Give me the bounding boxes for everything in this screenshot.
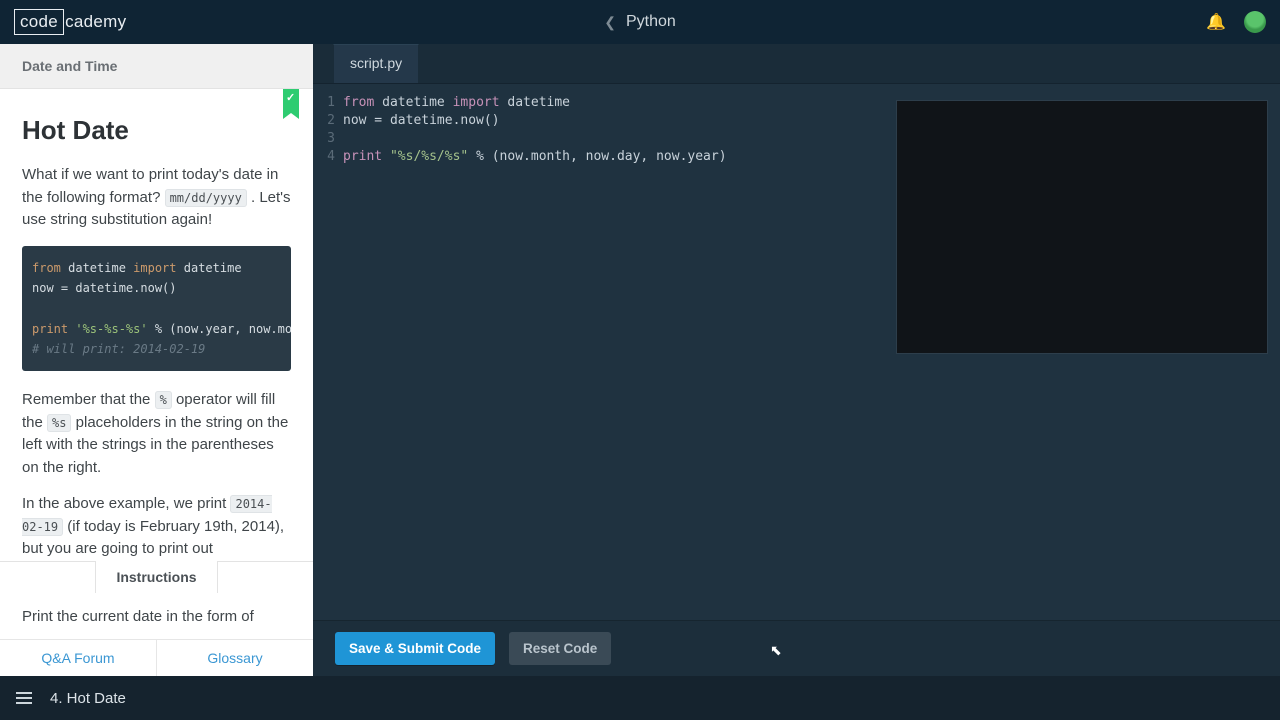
lesson-panel: Date and Time ✓ Hot Date What if we want… xyxy=(0,44,313,676)
glossary-link[interactable]: Glossary xyxy=(157,640,313,676)
instructions-body: Print the current date in the form of xyxy=(0,593,313,639)
file-tabs: script.py xyxy=(313,44,1280,84)
chevron-left-icon[interactable]: ❮ xyxy=(604,14,616,31)
tab-instructions[interactable]: Instructions xyxy=(95,561,217,593)
section-title: Date and Time xyxy=(0,44,313,89)
logo[interactable]: codecademy xyxy=(14,9,126,35)
output-terminal[interactable] xyxy=(896,100,1268,354)
inline-code: % xyxy=(155,391,172,409)
course-title: Python xyxy=(626,13,676,31)
inline-code: mm/dd/yyyy xyxy=(165,189,247,207)
lesson-paragraph: Remember that the % operator will fill t… xyxy=(22,389,291,479)
lesson-title: Hot Date xyxy=(22,115,291,146)
instructions-tab-row: Instructions xyxy=(0,561,313,593)
bookmark-icon[interactable]: ✓ xyxy=(283,89,299,113)
bell-icon[interactable]: 🔔 xyxy=(1206,12,1226,32)
inline-code: %s xyxy=(47,414,71,432)
top-bar: codecademy ❮ Python 🔔 xyxy=(0,0,1280,44)
file-tab-script[interactable]: script.py xyxy=(333,44,419,83)
reset-code-button[interactable]: Reset Code xyxy=(509,632,611,665)
help-links: Q&A Forum Glossary xyxy=(0,639,313,676)
save-submit-button[interactable]: Save & Submit Code xyxy=(335,632,495,665)
example-code-block: from datetime import datetime now = date… xyxy=(22,246,291,372)
lesson-paragraph: What if we want to print today's date in… xyxy=(22,164,291,232)
lesson-body: ✓ Hot Date What if we want to print toda… xyxy=(0,89,313,561)
avatar[interactable] xyxy=(1244,11,1266,33)
editor-area: script.py 1234 from datetime import date… xyxy=(313,44,1280,620)
exercise-label[interactable]: 4. Hot Date xyxy=(50,690,126,707)
line-gutter: 1234 xyxy=(313,94,343,166)
qa-forum-link[interactable]: Q&A Forum xyxy=(0,640,157,676)
lesson-paragraph: In the above example, we print 2014-02-1… xyxy=(22,493,291,561)
menu-icon[interactable] xyxy=(16,692,32,704)
action-bar: Save & Submit Code Reset Code xyxy=(313,620,1280,676)
code-lines[interactable]: from datetime import datetime now = date… xyxy=(343,94,727,166)
logo-rest: cademy xyxy=(65,12,126,32)
course-title-group[interactable]: ❮ Python xyxy=(604,13,676,31)
logo-boxed: code xyxy=(14,9,64,35)
course-footer: 4. Hot Date xyxy=(0,676,1280,720)
